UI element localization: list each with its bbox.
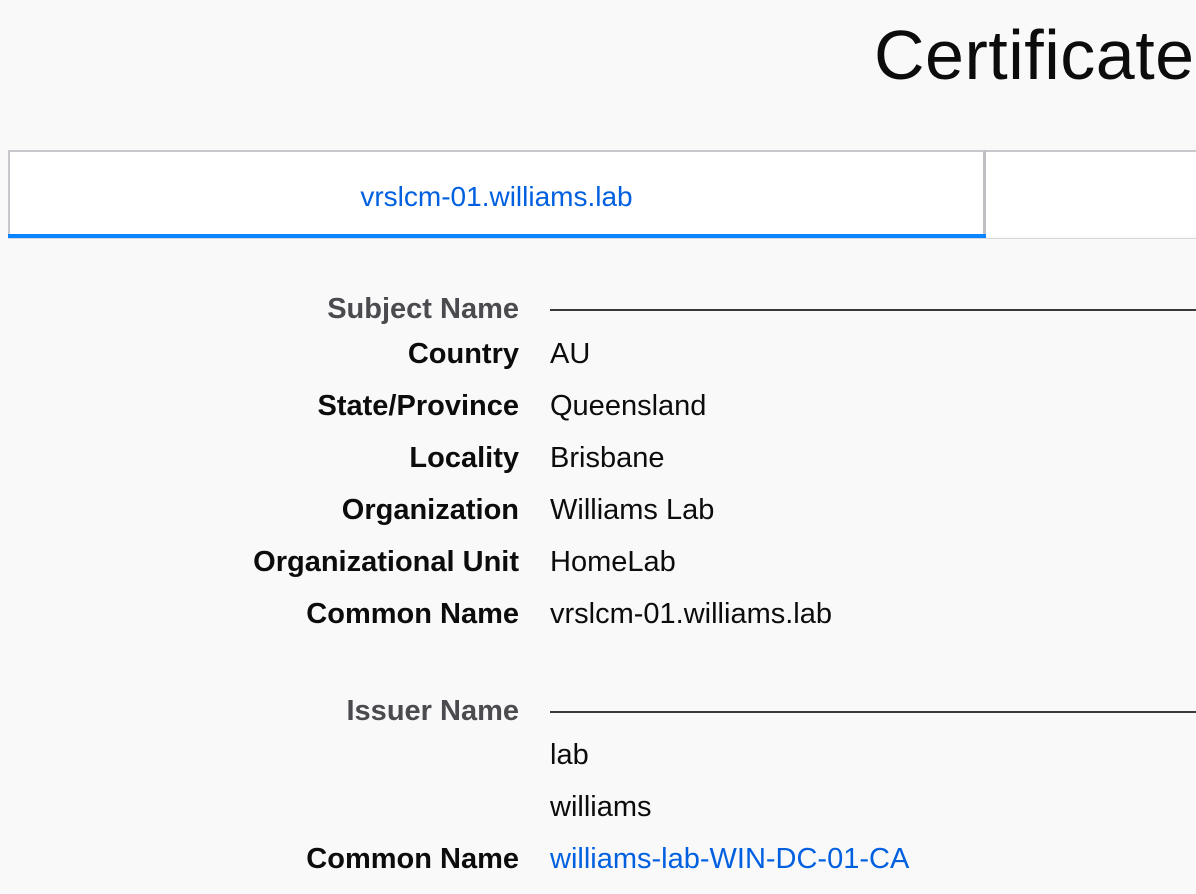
field-label: Locality [409,442,519,475]
subject-row-common-name: Common Name vrslcm-01.williams.lab [0,598,1196,638]
issuer-certificate-link[interactable]: williams-lab-WIN-DC-01-CA [550,843,909,876]
subject-row-locality: Locality Brisbane [0,442,1196,482]
section-title: Subject Name [327,293,519,326]
field-label: State/Province [318,390,519,423]
tab-label: vrslcm-01.williams.lab [360,181,632,213]
field-value: HomeLab [550,546,676,579]
issuer-row-domain-component-1: lab [0,739,1196,779]
field-value: lab [550,739,589,772]
certificate-tab-bar: vrslcm-01.williams.lab [8,150,1196,239]
field-label: Organization [342,494,519,527]
section-divider [550,711,1196,713]
certificate-viewer: Certificate vrslcm-01.williams.lab Subje… [0,0,1196,894]
issuer-row-common-name: Common Name williams-lab-WIN-DC-01-CA [0,843,1196,883]
page-title: Certificate [874,20,1195,90]
field-value: williams [550,791,652,824]
subject-row-org-unit: Organizational Unit HomeLab [0,546,1196,586]
issuer-row-domain-component-2: williams [0,791,1196,831]
field-value: vrslcm-01.williams.lab [550,598,832,631]
field-value: Brisbane [550,442,664,475]
field-value: Williams Lab [550,494,714,527]
tab-vrslcm-01[interactable]: vrslcm-01.williams.lab [8,150,986,236]
issuer-name-header: Issuer Name [0,695,1196,735]
section-title: Issuer Name [347,695,520,728]
field-value: AU [550,338,590,371]
section-divider [550,309,1196,311]
subject-row-country: Country AU [0,338,1196,378]
subject-row-state: State/Province Queensland [0,390,1196,430]
field-label: Organizational Unit [253,546,519,579]
tab-certificate-2[interactable] [986,150,1196,236]
subject-row-organization: Organization Williams Lab [0,494,1196,534]
field-value: Queensland [550,390,706,423]
field-label: Common Name [306,843,519,876]
subject-name-header: Subject Name [0,293,1196,333]
field-label: Country [408,338,519,371]
field-label: Common Name [306,598,519,631]
